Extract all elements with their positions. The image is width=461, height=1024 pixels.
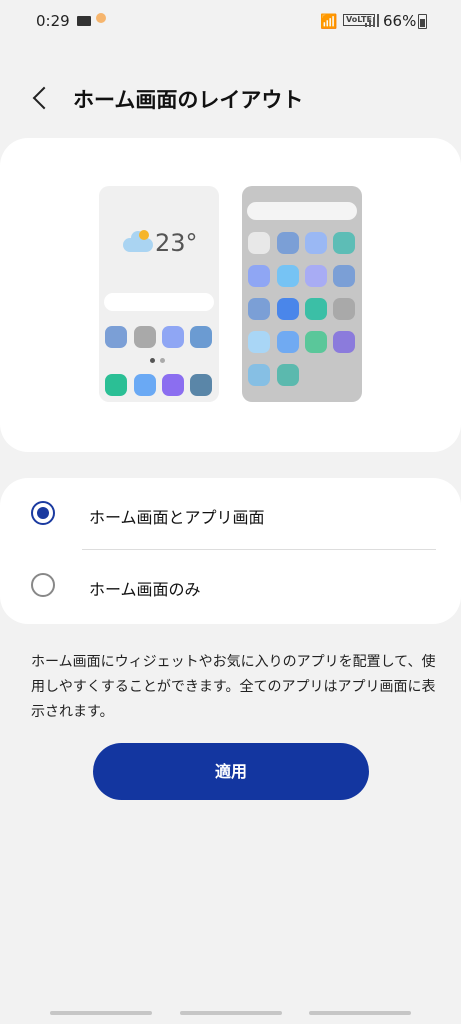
preview-app-icon — [248, 364, 270, 386]
preview-app-icon — [105, 326, 127, 348]
option-label: ホーム画面のみ — [89, 580, 201, 599]
preview-app-icon — [248, 298, 270, 320]
battery-percentage: 66% — [383, 12, 417, 30]
preview-search-bar — [104, 293, 214, 311]
preview-app-icon — [277, 331, 299, 353]
radio-button-selected[interactable] — [31, 501, 55, 525]
navigation-bar — [0, 1011, 461, 1024]
preview-app-icon — [190, 326, 212, 348]
wifi-icon: 📶 — [320, 14, 338, 30]
preview-app-icon — [190, 374, 212, 396]
sun-icon — [139, 230, 149, 240]
preview-app-icon — [277, 265, 299, 287]
preview-app-icon — [134, 326, 156, 348]
preview-app-icon — [162, 326, 184, 348]
preview-app-icon — [333, 298, 355, 320]
preview-app-icon — [305, 331, 327, 353]
page-indicator-dot — [160, 358, 165, 363]
page-title: ホーム画面のレイアウト — [73, 88, 304, 112]
radio-button[interactable] — [31, 573, 55, 597]
preview-app-icon — [305, 232, 327, 254]
preview-app-icon — [333, 232, 355, 254]
layout-preview-card: 23° — [0, 138, 461, 452]
nav-home-handle[interactable] — [180, 1011, 282, 1015]
preview-app-icon — [248, 265, 270, 287]
layout-options-card: ホーム画面とアプリ画面 ホーム画面のみ — [0, 478, 461, 624]
cloud-icon — [123, 231, 153, 252]
nav-recents-handle[interactable] — [50, 1011, 152, 1015]
back-button[interactable] — [24, 80, 60, 116]
preview-app-icon — [305, 265, 327, 287]
home-screen-preview: 23° — [99, 186, 219, 402]
preview-app-icon — [277, 298, 299, 320]
weather-temperature: 23° — [155, 229, 198, 257]
option-home-only[interactable]: ホーム画面のみ — [0, 550, 461, 622]
preview-app-icon — [333, 265, 355, 287]
preview-app-icon — [277, 364, 299, 386]
preview-app-icon — [248, 331, 270, 353]
option-label: ホーム画面とアプリ画面 — [89, 508, 265, 527]
mail-icon — [77, 16, 91, 26]
header: ホーム画面のレイアウト — [0, 72, 461, 122]
apps-screen-preview — [242, 186, 362, 402]
preview-app-icon — [248, 232, 270, 254]
description-text: ホーム画面にウィジェットやお気に入りのアプリを配置して、使用しやすくすることがで… — [31, 654, 436, 720]
preview-app-icon — [333, 331, 355, 353]
weather-widget: 23° — [123, 230, 203, 258]
weather-icon — [96, 13, 106, 23]
status-bar: 0:29 📶 VoLTE 66% — [0, 0, 461, 44]
preview-app-icon — [134, 374, 156, 396]
preview-search-bar — [247, 202, 357, 220]
preview-app-icon — [277, 232, 299, 254]
signal-icon — [365, 13, 379, 27]
preview-app-icon — [105, 374, 127, 396]
page-indicator-home — [150, 358, 155, 363]
status-time: 0:29 — [36, 12, 70, 30]
preview-app-icon — [305, 298, 327, 320]
option-home-and-apps[interactable]: ホーム画面とアプリ画面 — [0, 478, 461, 550]
preview-app-icon — [162, 374, 184, 396]
apply-button[interactable]: 適用 — [93, 743, 369, 800]
battery-icon — [418, 14, 427, 29]
nav-back-handle[interactable] — [309, 1011, 411, 1015]
